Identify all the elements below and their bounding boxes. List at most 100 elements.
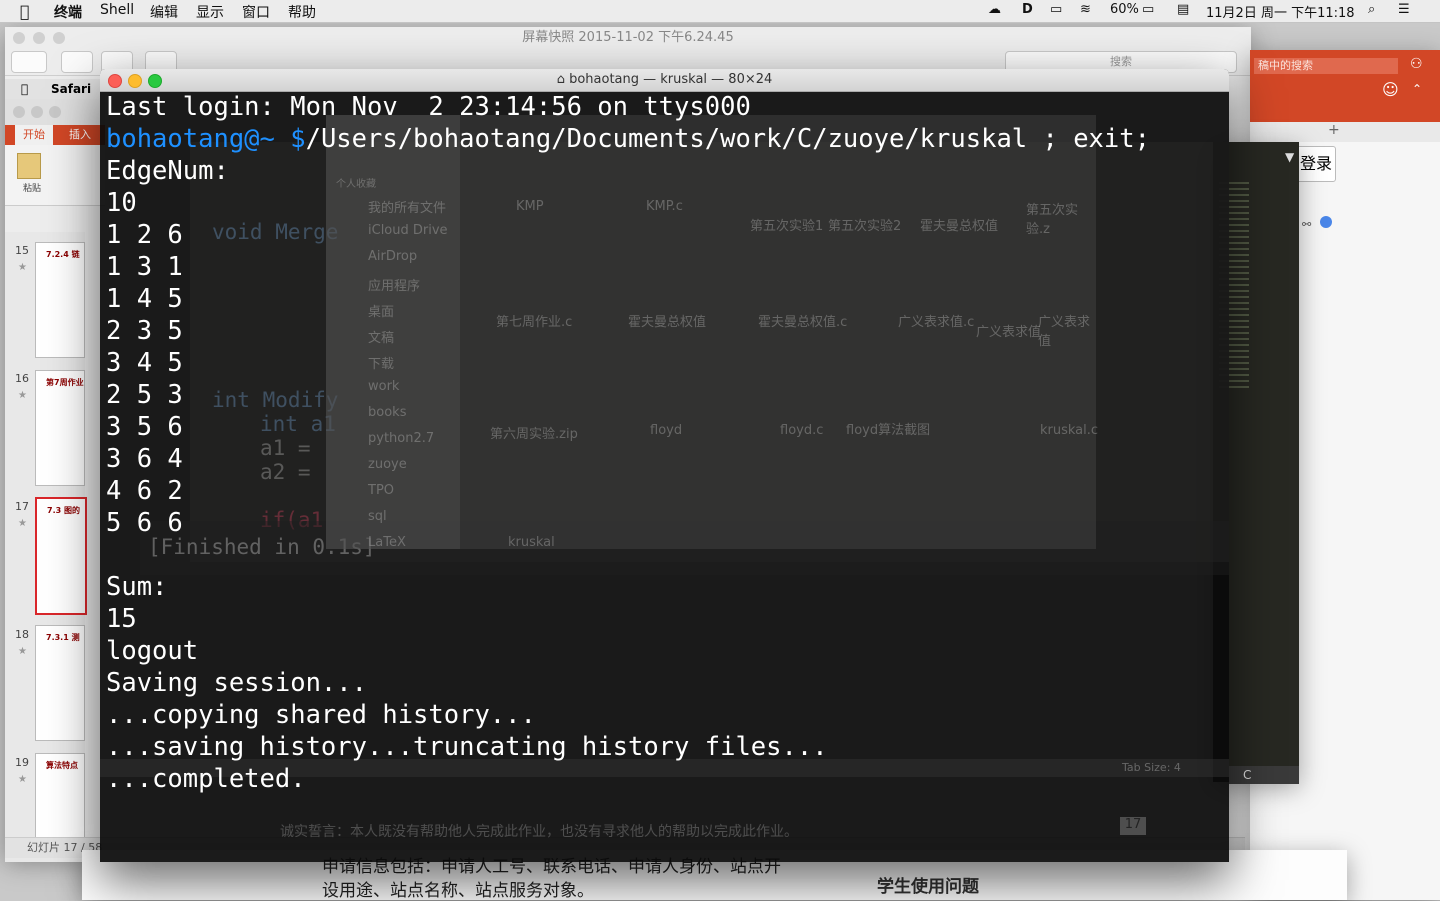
menu-window[interactable]: 窗口 — [242, 2, 270, 22]
syntax-label[interactable]: C — [1229, 766, 1299, 784]
notification-center-icon[interactable]: ☰ — [1398, 2, 1410, 17]
prompt-line: bohaotang@~ $/Users/bohaotang/Documents/… — [106, 123, 1229, 155]
menu-edit[interactable]: 编辑 — [150, 2, 178, 22]
safari-bar:  Safari — [5, 79, 105, 99]
add-user-icon[interactable]: ⚇ — [1410, 56, 1423, 72]
output-line: Saving session... — [106, 668, 367, 698]
output-line: Sum: — [106, 572, 168, 602]
ppt-zoom-button[interactable] — [49, 106, 61, 118]
output-line: ...copying shared history... — [106, 700, 536, 730]
output-line: EdgeNum: — [106, 156, 229, 186]
output-line: 3 6 4 — [106, 444, 183, 474]
wifi-icon[interactable]: ≋ — [1080, 2, 1091, 17]
menu-bar:  终端 Shell 编辑 显示 窗口 帮助 ☁ D ▭ ≋ 60% ▭ ▤ 1… — [0, 0, 1440, 23]
help-icon[interactable] — [1320, 216, 1332, 228]
slide-thumbnail[interactable]: 第7周作业 — [35, 370, 85, 486]
battery-percent: 60% — [1110, 2, 1139, 17]
preview-title: 屏幕快照 2015-11-02 下午6.24.45 — [522, 30, 734, 45]
dictionary-icon[interactable]: D — [1022, 2, 1033, 17]
star-icon: ★ — [18, 262, 27, 273]
output-line: 1 4 5 — [106, 284, 183, 314]
login-line: Last login: Mon Nov 2 23:14:56 on ttys00… — [106, 92, 751, 122]
slide-thumbnail-selected[interactable]: 7.3 图的 — [35, 497, 87, 615]
output-line: 10 — [106, 188, 137, 218]
output-line: 4 6 2 — [106, 476, 183, 506]
paste-icon[interactable] — [17, 153, 41, 179]
ppt-titlebar — [5, 99, 105, 125]
menu-app-name[interactable]: 终端 — [54, 2, 82, 22]
prompt-user: bohaotang@~ — [106, 124, 291, 154]
star-icon: ★ — [18, 774, 27, 785]
terminal-title: bohaotang — kruskal — 80×24 — [569, 72, 773, 87]
prompt-symbol: $ — [290, 124, 306, 154]
display-icon[interactable]: ▭ — [1050, 2, 1062, 17]
output-line: 1 3 1 — [106, 252, 183, 282]
output-line: ...saving history...truncating history f… — [106, 732, 828, 762]
output-line: ...completed. — [106, 764, 306, 794]
slide-thumbnails: 15 ★ 7.2.4 链 16 ★ 第7周作业 17 ★ 7.3 图的 18 ★… — [5, 232, 87, 862]
ppt-ribbon-tabs: 开始 插入 — [5, 125, 105, 145]
web-text-line: 设用途、站点名称、站点服务对象。 — [322, 881, 594, 901]
login-button[interactable]: 登录 — [1296, 146, 1336, 182]
cloud-icon[interactable]: ☁ — [988, 2, 1001, 17]
slide-title: 7.2.4 链 — [46, 250, 80, 259]
battery-icon[interactable]: ▭ — [1142, 2, 1154, 17]
slide-number: 16 — [15, 372, 29, 385]
star-icon: ★ — [18, 646, 27, 657]
new-tab-icon[interactable]: + — [1328, 122, 1340, 138]
smiley-icon[interactable]: ☺ — [1382, 80, 1399, 99]
flag-icon[interactable]: ▤ — [1177, 2, 1189, 17]
ppt-minimize-button[interactable] — [31, 106, 43, 118]
right-search-input[interactable]: 稿中的搜索 — [1254, 58, 1398, 74]
apple-icon[interactable]:  — [20, 2, 30, 21]
output-line: 2 5 3 — [106, 380, 183, 410]
close-button[interactable] — [108, 74, 122, 88]
sidebar-toggle-icon[interactable] — [11, 51, 47, 73]
tab-insert[interactable]: 插入 — [69, 125, 91, 145]
slide-thumbnail[interactable]: 7.2.4 链 — [35, 242, 85, 358]
link-icon[interactable]: ⚯ — [1302, 218, 1311, 231]
star-icon: ★ — [18, 390, 27, 401]
slide-number: 18 — [15, 628, 29, 641]
terminal-titlebar[interactable]: ⌂ bohaotang — kruskal — 80×24 — [100, 69, 1229, 92]
output-line: 1 2 6 — [106, 220, 183, 250]
menu-view[interactable]: 显示 — [196, 2, 224, 22]
chevron-up-icon[interactable]: ⌃ — [1412, 82, 1422, 96]
slide-title: 7.3 图的 — [47, 506, 80, 515]
terminal-window[interactable]: ⌂ bohaotang — kruskal — 80×24 void Merge… — [100, 69, 1229, 862]
safari-label[interactable]: Safari — [51, 79, 91, 99]
zoom-out-icon[interactable] — [61, 51, 93, 73]
output-line: 3 5 6 — [106, 412, 183, 442]
dropdown-icon[interactable]: ▼ — [1285, 150, 1294, 164]
preview-zoom-button[interactable] — [53, 32, 65, 44]
paste-label: 粘贴 — [23, 184, 42, 194]
tab-home[interactable]: 开始 — [15, 125, 53, 145]
spotlight-icon[interactable]: ⌕ — [1368, 2, 1375, 17]
slide-number: 19 — [15, 756, 29, 769]
menu-help[interactable]: 帮助 — [288, 2, 316, 22]
slide-number: 17 — [15, 500, 29, 513]
web-section-heading: 学生使用问题 — [877, 877, 979, 897]
slide-title: 7.3.1 测 — [46, 633, 80, 642]
right-tabbar: + — [1250, 122, 1440, 142]
menu-shell[interactable]: Shell — [100, 2, 134, 18]
terminal-output[interactable]: Last login: Mon Nov 2 23:14:56 on ttys00… — [106, 91, 1229, 862]
preview-minimize-button[interactable] — [33, 32, 45, 44]
slide-title: 第7周作业 — [46, 378, 84, 387]
preview-close-button[interactable] — [13, 32, 25, 44]
slide-thumbnail[interactable]: 7.3.1 测 — [35, 625, 85, 741]
minimize-button[interactable] — [128, 74, 142, 88]
right-ribbon: 稿中的搜索 ⚇ ☺ ⌃ — [1250, 50, 1440, 122]
preview-titlebar: 屏幕快照 2015-11-02 下午6.24.45 — [5, 27, 1251, 49]
clock[interactable]: 11月2日 周一 下午11:18 — [1206, 2, 1355, 21]
ppt-ribbon: 粘贴 — [5, 145, 105, 206]
output-line: 5 6 6 — [106, 508, 183, 538]
output-line: 3 4 5 — [106, 348, 183, 378]
home-icon: ⌂ — [556, 72, 570, 87]
zoom-button[interactable] — [148, 74, 162, 88]
output-line: logout — [106, 636, 199, 666]
command-text: /Users/bohaotang/Documents/work/C/zuoye/… — [305, 124, 1150, 154]
ppt-close-button[interactable] — [13, 106, 25, 118]
apple-icon:  — [21, 79, 28, 99]
